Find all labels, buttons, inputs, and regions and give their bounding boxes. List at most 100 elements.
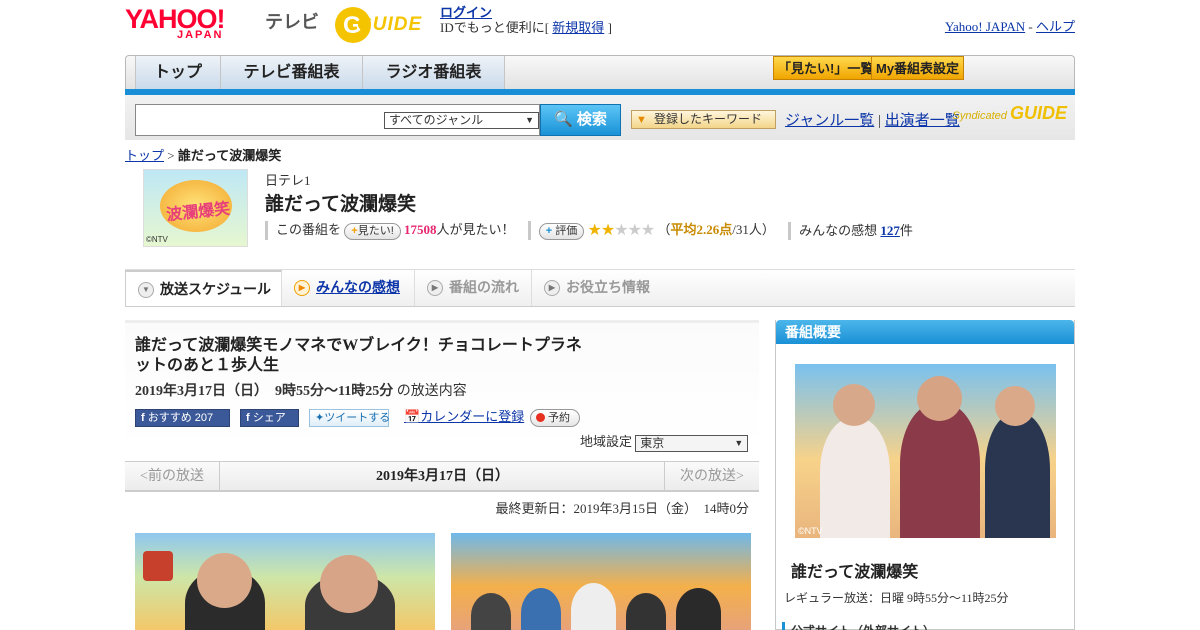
twitter-icon: ✦ <box>315 412 325 424</box>
rate-button[interactable]: + 評価 <box>538 222 585 240</box>
prev-broadcast-link[interactable]: <前の放送 <box>125 462 220 491</box>
tab-flow-label: 番組の流れ <box>449 279 519 295</box>
avg-open: （ <box>657 222 671 237</box>
performer-list-link[interactable]: 出演者一覧 <box>885 113 960 129</box>
facebook-icon: f <box>141 412 145 424</box>
chevron-down-icon: ▼ <box>525 115 534 125</box>
tab-schedule[interactable]: ▼ 放送スケジュール <box>125 270 282 306</box>
nav-tab-top[interactable]: トップ <box>135 56 221 90</box>
login-box: ログイン IDでもっと便利に[ 新規取得 ] <box>440 5 612 35</box>
photo-face <box>833 384 875 426</box>
gguide-logo[interactable]: G GUIDE <box>335 7 433 43</box>
channel-name: 日テレ1 <box>265 173 311 188</box>
program-tabs: ▼ 放送スケジュール ▶ みんなの感想 ▶ 番組の流れ ▶ お役立ち情報 <box>125 269 1075 307</box>
tab-reviews[interactable]: ▶ みんなの感想 <box>282 270 415 306</box>
genre-select[interactable]: すべてのジャンル ▼ <box>384 112 539 129</box>
star-rating: ★★★★★ <box>587 222 656 240</box>
chevron-down-icon: ▼ <box>734 437 744 448</box>
episode-title: 誰だって波瀾爆笑モノマネでWブレイク！チョコレートプラネ ットのあと１歩人生 <box>135 336 595 376</box>
broadcast-pager: <前の放送 2019年3月17日（日） 次の放送> <box>125 461 759 492</box>
photo-person <box>900 403 980 538</box>
overview-photo: ©NTV <box>795 364 1056 538</box>
tab-reviews-label: みんなの感想 <box>316 279 400 295</box>
my-schedule-button[interactable]: My番組表設定 <box>871 56 965 80</box>
yahoo-japan-sublogo: JAPAN <box>177 29 224 41</box>
breadcrumb-separator: > <box>167 148 175 163</box>
header: YAHOO! JAPAN テレビ G GUIDE ログイン IDでもっと便利に[… <box>125 5 1075 47</box>
login-link[interactable]: ログイン <box>440 5 492 20</box>
signup-link[interactable]: 新規取得 <box>552 20 604 35</box>
nav-tab-tv-schedule[interactable]: テレビ番組表 <box>220 56 363 90</box>
triangle-down-icon: ▼ <box>636 114 647 126</box>
reserve-label: 予約 <box>548 412 570 424</box>
reserve-button[interactable]: 予約 <box>530 409 580 427</box>
star-filled-icon: ★ <box>587 222 602 240</box>
plus-icon: + <box>545 224 553 237</box>
want-segment: この番組を +見たい! 17508人が見たい！ <box>265 221 515 240</box>
region-select-value: 東京 <box>640 435 665 450</box>
gguide-logo-text: GUIDE <box>357 14 423 35</box>
overview-heading: 番組概要 <box>776 320 1074 344</box>
star-filled-icon: ★ <box>600 222 615 240</box>
search-button[interactable]: 🔍 検索 <box>540 104 621 136</box>
rate-button-label: 評価 <box>555 224 578 237</box>
keyword-button-label: 登録したキーワード <box>654 112 763 126</box>
photo-person <box>676 588 721 630</box>
genre-select-value: すべてのジャンル <box>389 113 484 127</box>
login-close: ] <box>607 20 612 35</box>
chevron-right-icon: ▶ <box>427 280 443 296</box>
yahoo-japan-link[interactable]: Yahoo! JAPAN <box>945 19 1025 34</box>
photo-face <box>320 555 378 613</box>
chevron-right-icon: ▶ <box>294 280 310 296</box>
nav-tab-radio-schedule[interactable]: ラジオ番組表 <box>362 56 505 90</box>
want-button[interactable]: +見たい! <box>344 222 401 240</box>
keyword-button[interactable]: ▼ 登録したキーワード <box>631 110 776 129</box>
breadcrumb-top-link[interactable]: トップ <box>125 148 164 163</box>
rating-segment: + 評価 ★★★★★ （平均2.26点/31人） <box>527 221 775 241</box>
photo-person <box>521 588 561 630</box>
region-select[interactable]: 東京 ▼ <box>635 434 749 452</box>
search-icon: 🔍 <box>554 111 573 128</box>
program-thumbnail: 波瀾爆笑 ©NTV <box>143 169 248 247</box>
reviews-segment: みんなの感想 127件 <box>788 221 913 240</box>
facebook-icon: f <box>246 412 250 424</box>
breadcrumb: トップ > 誰だって波瀾爆笑 <box>125 145 281 164</box>
tv-label[interactable]: テレビ <box>265 8 319 34</box>
genre-list-link[interactable]: ジャンル一覧 <box>785 113 874 129</box>
photo-person <box>820 418 890 538</box>
record-dot-icon <box>536 413 545 422</box>
this-program-label: この番組を <box>276 222 342 238</box>
calendar-icon: 📅 <box>404 409 421 424</box>
next-broadcast-link[interactable]: 次の放送> <box>664 462 759 491</box>
help-link[interactable]: ヘルプ <box>1036 19 1075 34</box>
facebook-share-button[interactable]: f シェア <box>240 409 299 427</box>
region-setting: 地域設定 東京 ▼ <box>580 431 749 452</box>
tab-flow: ▶ 番組の流れ <box>415 270 532 306</box>
photo-person <box>626 593 666 630</box>
calendar-label: カレンダーに登録 <box>420 409 525 424</box>
official-site-link[interactable]: 公式サイト（外部サイト） <box>782 622 935 630</box>
link-separator: | <box>878 113 882 129</box>
star-empty-icon: ★ <box>627 222 642 240</box>
episode-date-suffix: の放送内容 <box>396 384 467 399</box>
photo-person <box>471 593 511 630</box>
program-stats: この番組を +見たい! 17508人が見たい！ + 評価 ★★★★★ （平均2.… <box>265 221 923 241</box>
header-separator: - <box>1028 19 1033 34</box>
reviews-count-link[interactable]: 127 <box>880 223 900 238</box>
search-links: ジャンル一覧 | 出演者一覧 <box>785 109 960 130</box>
tab-info-label: お役立ち情報 <box>566 279 650 295</box>
search-area: すべてのジャンル ▼ 🔍 検索 ▼ 登録したキーワード ジャンル一覧 | 出演者… <box>125 95 1075 140</box>
chevron-right-icon: ▶ <box>544 280 560 296</box>
syndicated-label: Syndicated <box>952 110 1007 122</box>
tweet-label: ツイートする <box>324 412 391 424</box>
episode-date-value: 2019年3月17日（日） 9時55分～11時25分 <box>135 384 394 399</box>
episode-photo <box>451 533 751 630</box>
tweet-button[interactable]: ✦ツイートする <box>309 409 391 427</box>
facebook-recommend-button[interactable]: f おすすめ 207 <box>135 409 230 427</box>
last-updated: 最終更新日：2019年3月15日（金） 14時0分 <box>495 501 749 516</box>
calendar-link[interactable]: 📅カレンダーに登録 <box>399 409 529 427</box>
average-score: 平均2.26点 <box>670 222 733 237</box>
photo-person <box>571 583 616 630</box>
program-overview: 番組概要 ©NTV 誰だって波瀾爆笑 レギュラー放送：日曜 9時55分～11時2… <box>775 320 1075 630</box>
want-list-button[interactable]: 「見たい!」一覧 <box>773 56 879 80</box>
